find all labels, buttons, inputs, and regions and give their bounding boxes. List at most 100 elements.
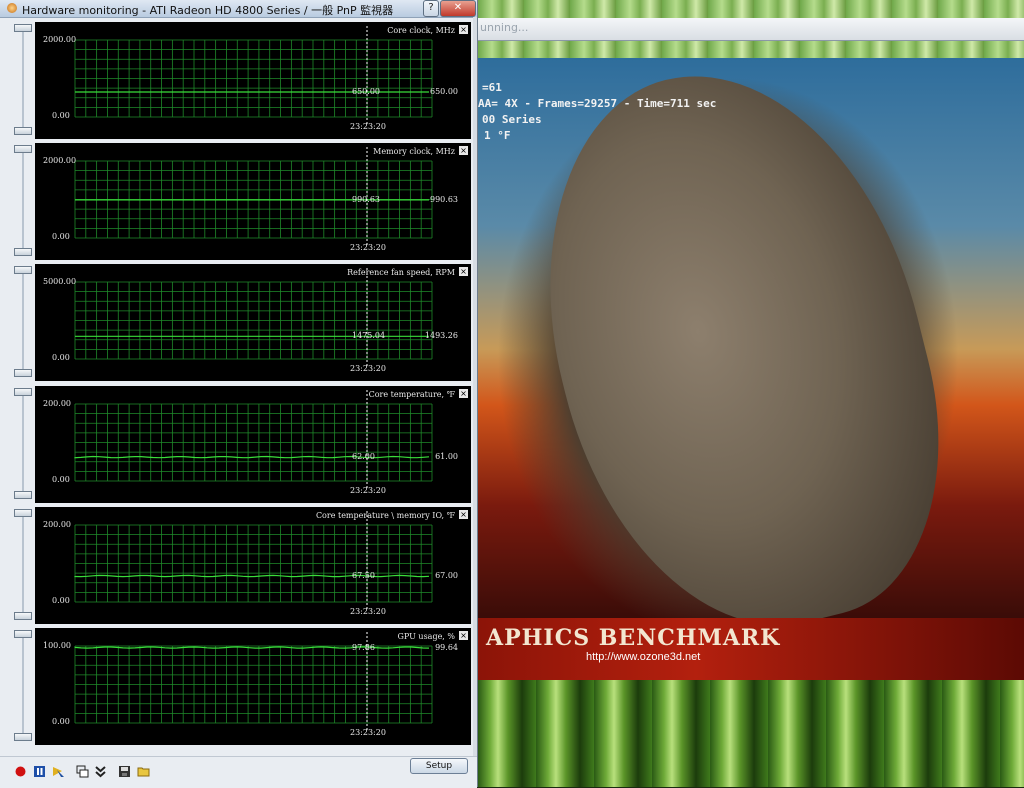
graph-close-icon[interactable]: × — [459, 510, 468, 519]
graph-close-icon[interactable]: × — [459, 389, 468, 398]
graph-0: Core clock, MHz 2000.00 0.00 650.00 650.00 23… — [11, 22, 471, 139]
graph-title: Memory clock, MHz — [373, 147, 455, 156]
overlay-line-3: 00 Series — [482, 113, 542, 126]
save-icon[interactable] — [118, 765, 131, 778]
banner-url: http://www.ozone3d.net — [586, 651, 701, 663]
graph-min-label: 0.00 — [52, 475, 70, 484]
window-title: Hardware monitoring - ATI Radeon HD 4800… — [22, 4, 394, 17]
graph-range-slider[interactable] — [11, 507, 35, 624]
help-button[interactable]: ? — [423, 0, 439, 17]
graph-5: GPU usage, % 100.00 0.00 97.86 99.64 23:23:20… — [11, 628, 471, 745]
graph-current-value: 67.00 — [435, 571, 458, 580]
graph-max-label: 100.00 — [43, 641, 71, 650]
graph-grid — [74, 632, 433, 731]
graph-range-slider[interactable] — [11, 628, 35, 745]
graph-panel[interactable]: GPU usage, % 100.00 0.00 97.86 99.64 23:23:20… — [35, 628, 471, 745]
slider-bottom-thumb[interactable] — [14, 248, 32, 256]
graph-max-label: 200.00 — [43, 399, 71, 408]
graph-trace — [74, 455, 430, 459]
close-button[interactable]: ✕ — [440, 0, 476, 17]
graph-max-label: 200.00 — [43, 520, 71, 529]
benchmark-title: unning... — [480, 21, 529, 34]
graph-time-label: 23:23:20 — [350, 122, 386, 131]
window-titlebar[interactable]: Hardware monitoring - ATI Radeon HD 4800… — [0, 0, 477, 18]
marker-icon[interactable] — [52, 765, 65, 778]
overlay-line-1: =61 — [482, 81, 502, 94]
slider-bottom-thumb[interactable] — [14, 733, 32, 741]
record-icon[interactable] — [14, 765, 27, 778]
graph-cursor-value: 67.50 — [352, 571, 375, 580]
graph-cursor-value: 650.00 — [352, 87, 380, 96]
graph-cursor-value: 97.86 — [352, 643, 375, 652]
graph-close-icon[interactable]: × — [459, 267, 468, 276]
graph-panel[interactable]: Memory clock, MHz 2000.00 0.00 990.63 990.63… — [35, 143, 471, 260]
expand-icon[interactable] — [94, 765, 107, 778]
graph-grid — [74, 147, 433, 246]
graph-1: Memory clock, MHz 2000.00 0.00 990.63 990.63… — [11, 143, 471, 260]
open-folder-icon[interactable] — [137, 765, 150, 778]
graph-cursor-value: 1475.04 — [352, 331, 386, 340]
graph-max-label: 2000.00 — [43, 35, 77, 44]
graph-range-slider[interactable] — [11, 386, 35, 503]
graph-current-value: 990.63 — [430, 195, 458, 204]
slider-top-thumb[interactable] — [14, 266, 32, 274]
slider-top-thumb[interactable] — [14, 509, 32, 517]
copy-icon[interactable] — [76, 765, 89, 778]
graph-min-label: 0.00 — [52, 232, 70, 241]
slider-top-thumb[interactable] — [14, 145, 32, 153]
slider-bottom-thumb[interactable] — [14, 491, 32, 499]
graph-panel[interactable]: Reference fan speed, RPM 5000.00 0.00 1475.… — [35, 264, 471, 381]
slider-top-thumb[interactable] — [14, 630, 32, 638]
slider-bottom-thumb[interactable] — [14, 369, 32, 377]
graph-title: GPU usage, % — [397, 632, 456, 641]
graph-time-label: 23:23:20 — [350, 607, 386, 616]
graph-current-value: 99.64 — [435, 643, 458, 652]
slider-top-thumb[interactable] — [14, 388, 32, 396]
graph-panel[interactable]: Core clock, MHz 2000.00 0.00 650.00 650.00 23… — [35, 22, 471, 139]
graph-time-label: 23:23:20 — [350, 486, 386, 495]
banner-title: APHICS BENCHMARK — [486, 625, 781, 651]
graph-range-slider[interactable] — [11, 264, 35, 381]
graph-close-icon[interactable]: × — [459, 146, 468, 155]
graph-title: Core clock, MHz — [387, 26, 455, 35]
pause-icon[interactable] — [33, 765, 46, 778]
slider-bottom-thumb[interactable] — [14, 612, 32, 620]
graph-min-label: 0.00 — [52, 596, 70, 605]
slider-top-thumb[interactable] — [14, 24, 32, 32]
graph-range-slider[interactable] — [11, 143, 35, 260]
graph-close-icon[interactable]: × — [459, 631, 468, 640]
benchmark-titlebar[interactable]: unning... — [478, 18, 1024, 41]
graph-close-icon[interactable]: × — [459, 25, 468, 34]
graph-min-label: 0.00 — [52, 111, 70, 120]
graph-range-slider[interactable] — [11, 22, 35, 139]
graph-title: Core temperature, ℉ — [368, 390, 455, 399]
bottom-toolbar — [0, 756, 477, 788]
setup-button[interactable]: Setup — [410, 758, 468, 774]
graph-min-label: 0.00 — [52, 353, 70, 362]
graph-grid — [74, 26, 433, 125]
graph-panel[interactable]: Core temperature, ℉ 200.00 0.00 62.00 61.00 2… — [35, 386, 471, 503]
graph-grid — [74, 511, 433, 610]
graph-cursor-value: 990.63 — [352, 195, 380, 204]
graph-current-value: 650.00 — [430, 87, 458, 96]
graph-min-label: 0.00 — [52, 717, 70, 726]
graph-time-label: 23:23:20 — [350, 728, 386, 737]
graph-3: Core temperature, ℉ 200.00 0.00 62.00 61.00 2… — [11, 386, 471, 503]
overlay-line-4: 1 °F — [484, 129, 511, 142]
graph-grid — [74, 390, 433, 489]
hardware-monitoring-window: Hardware monitoring - ATI Radeon HD 4800… — [0, 0, 478, 788]
graph-2: Reference fan speed, RPM 5000.00 0.00 1475.… — [11, 264, 471, 381]
graph-current-value: 61.00 — [435, 452, 458, 461]
graph-4: Core temperature \ memory IO, ℉ 200.00 0.0… — [11, 507, 471, 624]
graph-max-label: 2000.00 — [43, 156, 77, 165]
app-icon — [7, 3, 17, 13]
bamboo-bottom-strip — [478, 680, 1024, 787]
graph-current-value: 1493.26 — [424, 331, 458, 340]
graph-grid — [74, 268, 433, 367]
graph-panel[interactable]: Core temperature \ memory IO, ℉ 200.00 0.0… — [35, 507, 471, 624]
graph-trace — [74, 574, 430, 578]
slider-bottom-thumb[interactable] — [14, 127, 32, 135]
window-scrollbar[interactable] — [473, 17, 477, 757]
graph-trace — [74, 646, 430, 649]
graph-title: Core temperature \ memory IO, ℉ — [315, 511, 455, 520]
